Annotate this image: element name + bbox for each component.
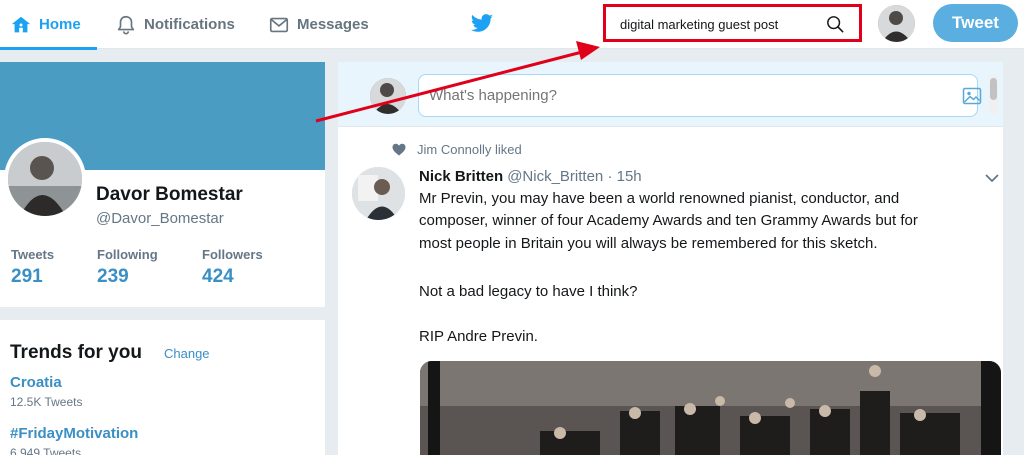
tweet-header: Nick Britten @Nick_Britten · 15h: [419, 168, 642, 185]
nav-home[interactable]: Home: [0, 0, 97, 50]
composer-avatar: [370, 78, 406, 114]
profile-avatar[interactable]: [4, 138, 86, 220]
trends-title: Trends for you: [10, 342, 142, 363]
twitter-bird-icon[interactable]: [470, 13, 494, 35]
stat-value: 291: [11, 266, 43, 287]
tweet-author-avatar[interactable]: [352, 167, 405, 220]
trends-card: Trends for you Change Croatia 12.5K Twee…: [0, 320, 325, 455]
bell-icon: [117, 15, 135, 35]
profile-card: Davor Bomestar @Davor_Bomestar Tweets 29…: [0, 62, 325, 307]
nav-messages[interactable]: Messages: [268, 0, 369, 49]
trend-item-name[interactable]: Croatia: [10, 374, 62, 391]
top-nav: Home Notifications Messages Tweet: [0, 0, 1024, 50]
search-input[interactable]: [620, 17, 820, 32]
trend-item-count: 12.5K Tweets: [10, 395, 83, 409]
social-context: Jim Connolly liked: [392, 142, 522, 157]
tweet-author-name[interactable]: Nick Britten: [419, 168, 503, 185]
trend-item-name[interactable]: #FridayMotivation: [10, 425, 138, 442]
nav-messages-label: Messages: [297, 16, 369, 33]
stat-label: Tweets: [11, 247, 55, 262]
composer-scrollbar[interactable]: [989, 76, 998, 114]
profile-handle[interactable]: @Davor_Bomestar: [96, 210, 224, 227]
stat-followers[interactable]: Followers 424: [202, 247, 263, 288]
tweet-text-line: RIP Andre Previn.: [419, 328, 538, 345]
envelope-icon: [269, 17, 289, 32]
timeline: Jim Connolly liked Nick Britten@Nick_Bri…: [338, 62, 1003, 455]
search-icon[interactable]: [826, 15, 844, 33]
trends-change-link[interactable]: Change: [164, 346, 210, 361]
heart-icon: [392, 143, 406, 156]
nav-notifications-label: Notifications: [144, 16, 235, 33]
nav-home-label: Home: [39, 16, 81, 33]
stat-following[interactable]: Following 239: [97, 247, 158, 288]
tweet-text-line: most people in Britain you will always b…: [419, 235, 878, 252]
tweet-text-line: Mr Previn, you may have been a world ren…: [419, 190, 900, 207]
home-icon: [11, 16, 31, 32]
nav-notifications[interactable]: Notifications: [115, 0, 235, 49]
stat-value: 239: [97, 266, 129, 287]
tweet-text-line: composer, winner of four Academy Awards …: [419, 212, 918, 229]
tweet-meta[interactable]: @Nick_Britten · 15h: [507, 168, 641, 185]
stat-label: Followers: [202, 247, 263, 262]
stat-tweets[interactable]: Tweets 291: [11, 247, 54, 288]
account-avatar[interactable]: [878, 5, 915, 42]
composer-input[interactable]: [418, 74, 978, 117]
stat-label: Following: [97, 247, 158, 262]
tweet-button[interactable]: Tweet: [933, 4, 1018, 42]
scrollbar-thumb[interactable]: [990, 78, 997, 100]
search-box[interactable]: [603, 4, 862, 42]
tweet-video-thumbnail[interactable]: [420, 361, 1001, 455]
stat-value: 424: [202, 266, 234, 287]
tweet-text-line: Not a bad legacy to have I think?: [419, 283, 638, 300]
chevron-down-icon[interactable]: [984, 172, 1000, 184]
trend-item-count: 6,949 Tweets: [10, 446, 82, 455]
tweet-composer: [338, 62, 1003, 127]
add-image-icon[interactable]: [962, 86, 982, 106]
liked-by-text[interactable]: Jim Connolly liked: [417, 142, 522, 157]
profile-name[interactable]: Davor Bomestar: [96, 184, 243, 206]
